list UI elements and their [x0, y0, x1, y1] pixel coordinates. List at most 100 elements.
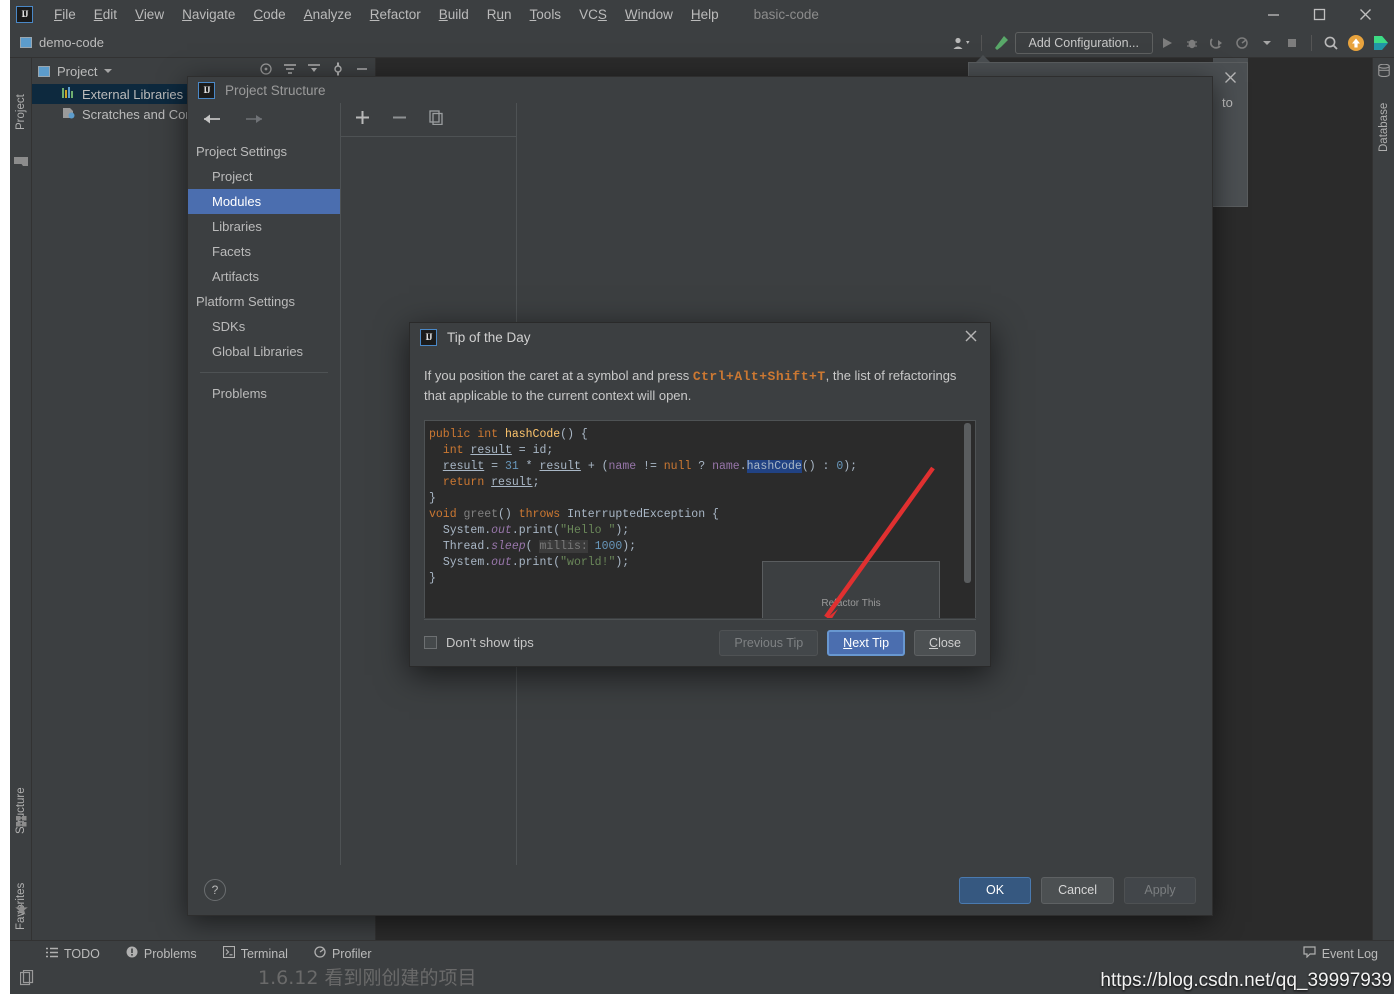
back-arrow-icon[interactable]: [202, 112, 222, 131]
tip-dialog-title: Tip of the Day: [447, 329, 531, 345]
menu-window[interactable]: Window: [616, 4, 682, 25]
refactor-popup-header: Refactor This: [821, 597, 881, 609]
menu-build[interactable]: Build: [430, 4, 478, 25]
project-structure-footer: ? OK Cancel Apply: [188, 865, 1212, 915]
run-coverage-icon[interactable]: [1206, 32, 1228, 54]
sidebar-item-sdks[interactable]: SDKs: [188, 314, 340, 339]
chevron-down-icon[interactable]: [104, 69, 113, 73]
tree-item-label: Scratches and Cons: [82, 106, 200, 122]
menu-navigate[interactable]: Navigate: [173, 4, 244, 25]
menu-bar: IJ File Edit View Navigate Code Analyze …: [10, 0, 1394, 28]
update-icon[interactable]: [1345, 32, 1367, 54]
sidebar-item-artifacts[interactable]: Artifacts: [188, 264, 340, 289]
dont-show-tips-label: Don't show tips: [446, 635, 534, 650]
status-todo[interactable]: TODO: [46, 947, 100, 961]
window-edge-bottom: [0, 994, 1400, 1000]
forward-arrow-icon[interactable]: [244, 112, 264, 131]
event-log-icon: [1303, 946, 1316, 961]
breadcrumb-project[interactable]: demo-code: [20, 35, 104, 50]
status-event-log[interactable]: Event Log: [1303, 946, 1378, 961]
menu-edit[interactable]: Edit: [85, 4, 126, 25]
close-icon[interactable]: [1342, 0, 1388, 28]
close-icon[interactable]: [964, 329, 978, 348]
cancel-button[interactable]: Cancel: [1041, 876, 1114, 904]
ide-window: IJ File Edit View Navigate Code Analyze …: [0, 0, 1400, 1000]
libraries-icon: [62, 86, 75, 102]
remove-icon[interactable]: [392, 110, 407, 130]
ok-button[interactable]: OK: [959, 876, 1032, 904]
terminal-icon: [222, 945, 235, 961]
intellij-logo-icon: IJ: [198, 81, 215, 99]
menu-run[interactable]: Run: [478, 4, 521, 25]
sidebar-item-project[interactable]: Project: [188, 164, 340, 189]
tool-window-button-project[interactable]: Project: [10, 64, 32, 130]
run-icon[interactable]: [1156, 32, 1178, 54]
structure-grid-icon: [16, 814, 27, 832]
previous-tip-button: Previous Tip: [719, 629, 819, 656]
debug-icon[interactable]: [1181, 32, 1203, 54]
help-button[interactable]: ?: [204, 879, 226, 901]
project-structure-sidebar: Project Settings Project Modules Librari…: [188, 103, 341, 865]
add-icon[interactable]: [355, 110, 370, 130]
sidebar-item-libraries[interactable]: Libraries: [188, 214, 340, 239]
status-terminal[interactable]: Terminal: [222, 945, 288, 961]
ide-assistant-icon[interactable]: [1370, 32, 1392, 54]
status-profiler[interactable]: Profiler: [314, 946, 372, 961]
menu-view[interactable]: View: [126, 4, 173, 25]
toolbar-separator: [980, 35, 982, 51]
right-tool-strip: Database: [1372, 58, 1394, 944]
window-controls: [1250, 0, 1388, 28]
sidebar-item-facets[interactable]: Facets: [188, 239, 340, 264]
module-icon: [20, 37, 32, 48]
tip-body: If you position the caret at a symbol an…: [410, 351, 990, 620]
user-dropdown-icon[interactable]: [951, 32, 973, 54]
status-problems[interactable]: Problems: [126, 946, 197, 961]
profile-icon[interactable]: [1231, 32, 1253, 54]
copy-page-icon[interactable]: [19, 969, 35, 991]
breadcrumb-label: demo-code: [39, 35, 105, 50]
sidebar-item-global-libraries[interactable]: Global Libraries: [188, 339, 340, 364]
dialog-title: Project Structure: [225, 82, 326, 98]
add-configuration-button[interactable]: Add Configuration...: [1014, 32, 1153, 54]
menu-file[interactable]: File: [45, 4, 85, 25]
sidebar-nav: [188, 103, 340, 139]
scratches-icon: [62, 107, 75, 122]
menu-analyze[interactable]: Analyze: [295, 4, 361, 25]
menu-code[interactable]: Code: [244, 4, 294, 25]
menu-tools[interactable]: Tools: [521, 4, 571, 25]
menu-vcs[interactable]: VCS: [570, 4, 616, 25]
todo-icon: [46, 947, 58, 961]
close-icon[interactable]: [1224, 71, 1237, 89]
folder-icon[interactable]: [10, 138, 32, 168]
menu-help[interactable]: Help: [682, 4, 728, 25]
close-tip-button[interactable]: Close: [914, 629, 976, 656]
refactor-this-popup: Refactor This 1. Rename...⇧F6 2. Change …: [762, 560, 940, 619]
tree-item-label: External Libraries: [82, 86, 184, 102]
copy-icon[interactable]: [429, 109, 444, 130]
dont-show-tips-checkbox[interactable]: [424, 636, 437, 649]
sidebar-item-modules[interactable]: Modules: [188, 189, 340, 214]
apply-button: Apply: [1124, 876, 1196, 904]
toolbar-separator-2: [1311, 35, 1312, 51]
tip-titlebar: IJ Tip of the Day: [410, 323, 990, 351]
tip-shortcut: Ctrl+Alt+Shift+T: [692, 369, 826, 384]
build-hammer-icon[interactable]: [990, 32, 1012, 54]
maximize-icon[interactable]: [1296, 0, 1342, 28]
balloon-fragment-text: to: [1222, 95, 1233, 110]
menu-refactor[interactable]: Refactor: [361, 4, 430, 25]
next-tip-button[interactable]: Next Tip: [827, 629, 906, 656]
search-everywhere-icon[interactable]: [1320, 32, 1342, 54]
stop-icon[interactable]: [1281, 32, 1303, 54]
chevron-down-icon[interactable]: [1256, 32, 1278, 54]
code-scrollbar[interactable]: [964, 422, 971, 583]
sidebar-item-problems[interactable]: Problems: [188, 381, 340, 406]
minimize-icon[interactable]: [1250, 0, 1296, 28]
status-bar: TODO Problems Terminal Profiler Event Lo…: [10, 940, 1394, 966]
tip-buttons: Previous Tip Next Tip Close: [719, 629, 976, 656]
tip-of-the-day-dialog: IJ Tip of the Day If you position the ca…: [409, 322, 991, 667]
tip-footer: Don't show tips Previous Tip Next Tip Cl…: [410, 618, 990, 666]
star-icon: [15, 903, 28, 921]
profiler-icon: [314, 946, 326, 961]
intellij-logo-icon: IJ: [420, 328, 437, 346]
project-window-title: Project: [57, 63, 98, 79]
